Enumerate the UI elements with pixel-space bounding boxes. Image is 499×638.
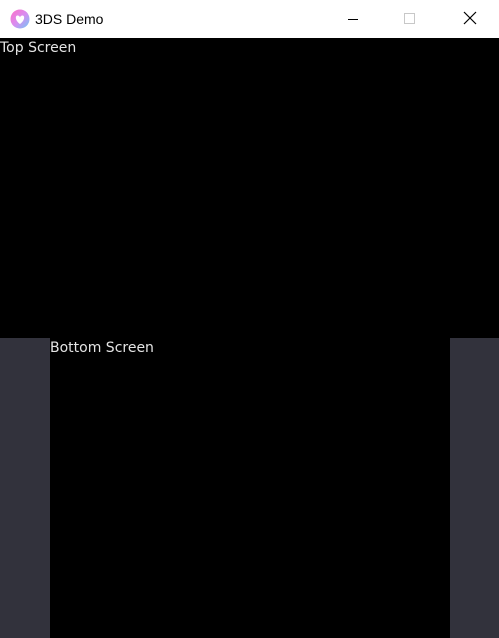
top-screen: Top Screen	[0, 38, 499, 338]
title-bar[interactable]: 3DS Demo	[0, 0, 499, 38]
app-window: 3DS Demo Top Screen Bottom Screen	[0, 0, 499, 638]
close-button[interactable]	[447, 0, 493, 38]
close-icon	[463, 10, 477, 29]
heart-app-icon	[10, 9, 30, 29]
bottom-screen-label: Bottom Screen	[50, 340, 154, 356]
maximize-icon	[404, 10, 416, 29]
bottom-screen[interactable]: Bottom Screen	[50, 338, 450, 638]
top-screen-label: Top Screen	[0, 40, 77, 56]
minimize-button[interactable]	[330, 0, 376, 38]
minimize-icon	[347, 10, 359, 29]
maximize-button[interactable]	[387, 0, 433, 38]
window-title: 3DS Demo	[35, 11, 104, 27]
